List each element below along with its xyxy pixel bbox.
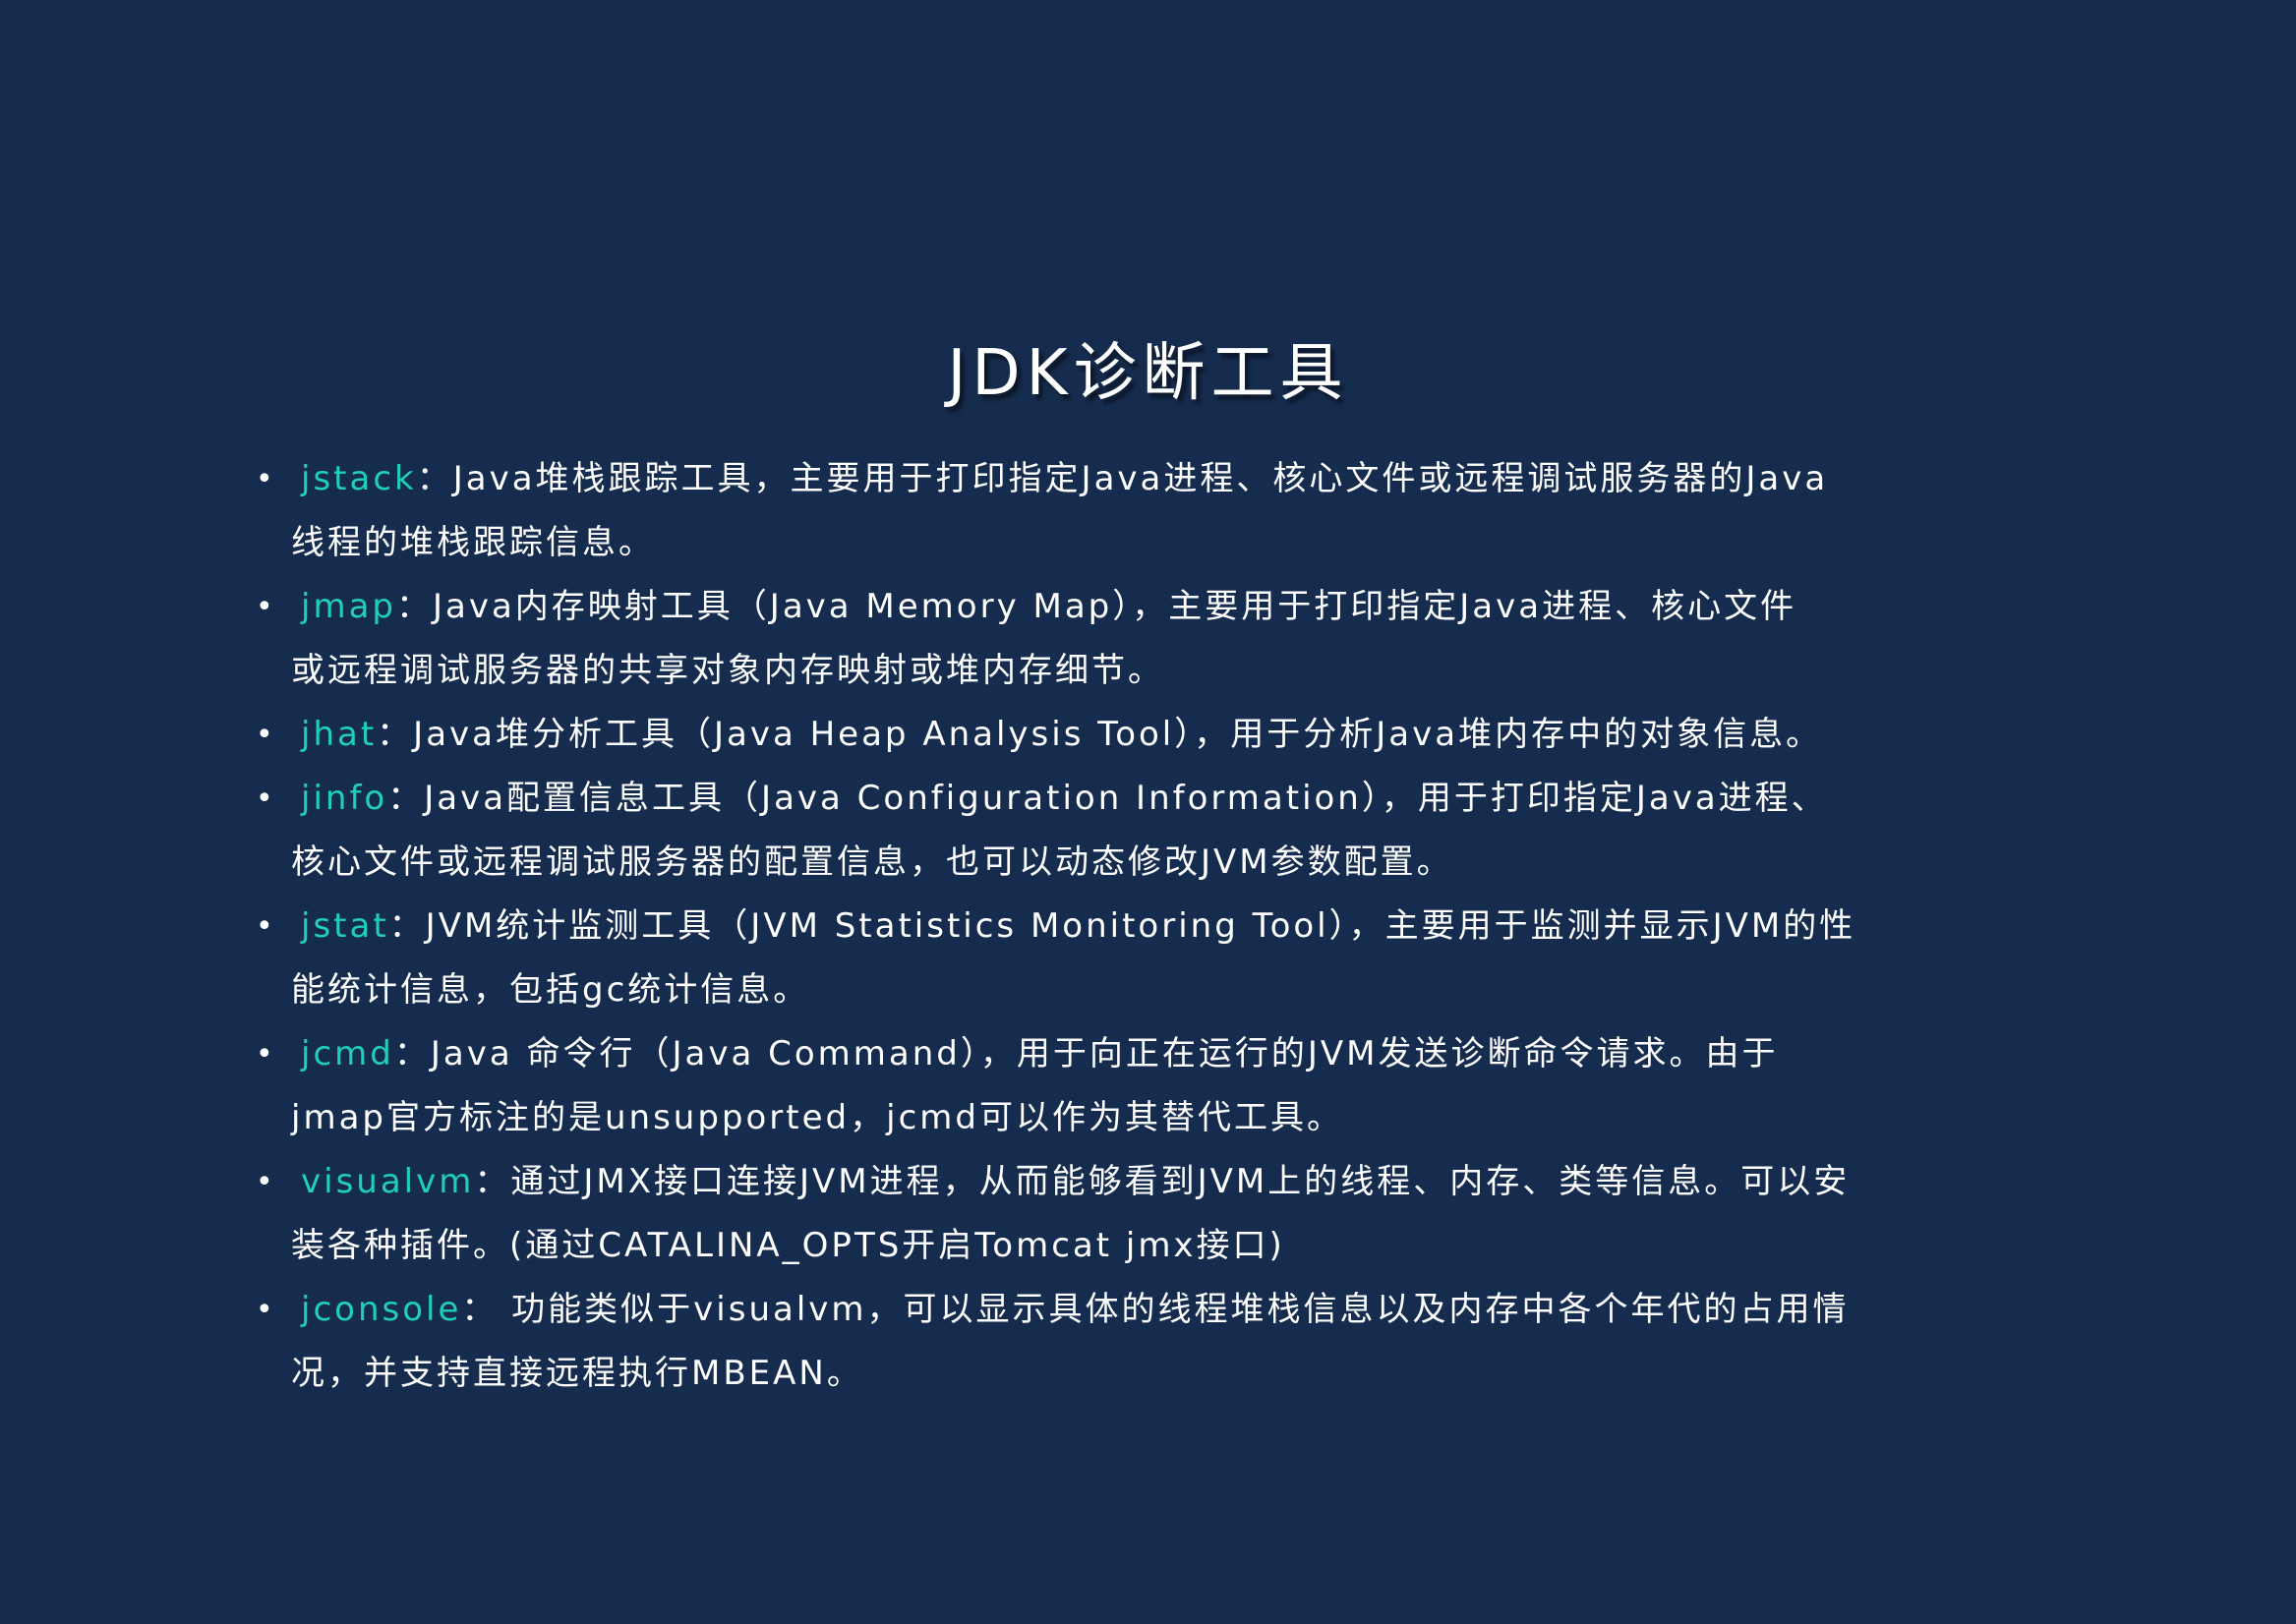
list-item-jconsole: • jconsole： 功能类似于visualvm，可以显示具体的线程堆栈信息以…: [256, 1278, 2085, 1406]
description-continued: jmap官方标注的是unsupported，jcmd可以作为其替代工具。: [291, 1098, 1343, 1137]
description: ：通过JMX接口连接JVM进程，从而能够看到JVM上的线程、内存、类等信息。可以…: [474, 1162, 1851, 1201]
list-item-jstack: • jstack：Java堆栈跟踪工具，主要用于打印指定Java进程、核心文件或…: [256, 447, 2085, 575]
description: ：JVM统计监测工具（JVM Statistics Monitoring Too…: [388, 906, 1856, 946]
tool-list: • jstack：Java堆栈跟踪工具，主要用于打印指定Java进程、核心文件或…: [256, 447, 2085, 1406]
description-continued: 线程的堆栈跟踪信息。: [291, 523, 655, 562]
bullet-icon: •: [256, 1293, 276, 1327]
item-line: jmap：Java内存映射工具（Java Memory Map），主要用于打印指…: [291, 575, 2085, 639]
list-item-jstat: • jstat：JVM统计监测工具（JVM Statistics Monitor…: [256, 895, 2085, 1022]
tool-name: jinfo: [301, 779, 388, 818]
list-item-jmap: • jmap：Java内存映射工具（Java Memory Map），主要用于打…: [256, 575, 2085, 703]
item-line: jcmd：Java 命令行（Java Command），用于向正在运行的JVM发…: [291, 1022, 2085, 1086]
description-continued: 况，并支持直接远程执行MBEAN。: [291, 1354, 863, 1393]
description-continued: 装各种插件。(通过CATALINA_OPTS开启Tomcat jmx接口): [291, 1226, 1285, 1265]
bullet-icon: •: [256, 462, 276, 496]
list-item-jinfo: • jinfo：Java配置信息工具（Java Configuration In…: [256, 767, 2085, 895]
description: ：Java 命令行（Java Command），用于向正在运行的JVM发送诊断命…: [393, 1034, 1779, 1073]
item-line: jstat：JVM统计监测工具（JVM Statistics Monitorin…: [291, 895, 2085, 958]
item-line: jconsole： 功能类似于visualvm，可以显示具体的线程堆栈信息以及内…: [291, 1278, 2085, 1342]
tool-name: jstack: [301, 459, 417, 498]
description: ：Java堆分析工具（Java Heap Analysis Tool），用于分析…: [377, 715, 1823, 754]
tool-name: jcmd: [301, 1034, 394, 1073]
tool-name: jhat: [301, 715, 378, 754]
tool-name: jmap: [301, 587, 396, 626]
bullet-icon: •: [256, 590, 276, 624]
item-line: jhat：Java堆分析工具（Java Heap Analysis Tool），…: [291, 703, 2085, 767]
bullet-icon: •: [256, 1165, 276, 1199]
description: ：Java配置信息工具（Java Configuration Informati…: [387, 779, 1828, 818]
description: ：Java内存映射工具（Java Memory Map），主要用于打印指定Jav…: [395, 587, 1797, 626]
tool-name: jstat: [301, 906, 389, 946]
list-item-jcmd: • jcmd：Java 命令行（Java Command），用于向正在运行的JV…: [256, 1022, 2085, 1150]
item-line: visualvm：通过JMX接口连接JVM进程，从而能够看到JVM上的线程、内存…: [291, 1150, 2085, 1214]
description-continued: 核心文件或远程调试服务器的配置信息，也可以动态修改JVM参数配置。: [291, 842, 1453, 882]
bullet-icon: •: [256, 909, 276, 944]
tool-name: visualvm: [301, 1162, 475, 1201]
item-line: jinfo：Java配置信息工具（Java Configuration Info…: [291, 767, 2085, 831]
item-line: jstack：Java堆栈跟踪工具，主要用于打印指定Java进程、核心文件或远程…: [291, 447, 2085, 511]
list-item-visualvm: • visualvm：通过JMX接口连接JVM进程，从而能够看到JVM上的线程、…: [256, 1150, 2085, 1278]
bullet-icon: •: [256, 718, 276, 752]
slide-title: JDK诊断工具: [947, 337, 1349, 410]
description: ：Java堆栈跟踪工具，主要用于打印指定Java进程、核心文件或远程调试服务器的…: [416, 459, 1829, 498]
description-continued: 能统计信息，包括gc统计信息。: [291, 970, 810, 1010]
description-continued: 或远程调试服务器的共享对象内存映射或堆内存细节。: [291, 651, 1164, 690]
bullet-icon: •: [256, 1037, 276, 1072]
tool-name: jconsole: [301, 1290, 462, 1329]
description: ： 功能类似于visualvm，可以显示具体的线程堆栈信息以及内存中各个年代的占…: [461, 1290, 1850, 1329]
list-item-jhat: • jhat：Java堆分析工具（Java Heap Analysis Tool…: [256, 703, 2085, 767]
bullet-icon: •: [256, 782, 276, 816]
